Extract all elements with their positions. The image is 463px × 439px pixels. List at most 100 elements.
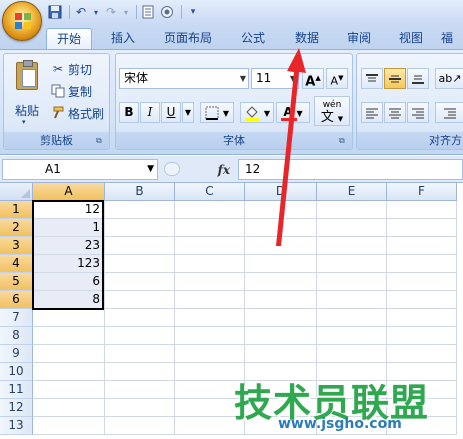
align-middle-button[interactable]: [384, 68, 406, 89]
align-bottom-button[interactable]: [407, 68, 429, 89]
row-header-4[interactable]: 4: [0, 255, 33, 273]
cell-d5[interactable]: [245, 273, 317, 291]
cell-c6[interactable]: [175, 291, 245, 309]
cell-b12[interactable]: [105, 399, 175, 417]
font-name-select[interactable]: 宋体 ▼: [119, 68, 249, 89]
cell-c8[interactable]: [175, 327, 245, 345]
cell-f9[interactable]: [387, 345, 457, 363]
cell-c2[interactable]: [175, 219, 245, 237]
column-header-a[interactable]: A: [33, 183, 105, 201]
underline-button[interactable]: U: [161, 102, 181, 123]
cell-d6[interactable]: [245, 291, 317, 309]
cell-a8[interactable]: [33, 327, 105, 345]
cell-e3[interactable]: [317, 237, 387, 255]
cell-b8[interactable]: [105, 327, 175, 345]
tab-review[interactable]: 审阅: [336, 28, 382, 49]
row-header-1[interactable]: 1: [0, 201, 33, 219]
row-header-7[interactable]: 7: [0, 309, 33, 327]
cell-a13[interactable]: [33, 417, 105, 435]
name-box[interactable]: A1 ▼: [2, 159, 158, 180]
cell-d1[interactable]: [245, 201, 317, 219]
column-header-d[interactable]: D: [245, 183, 317, 201]
cell-d3[interactable]: [245, 237, 317, 255]
grow-font-button[interactable]: A▲: [302, 68, 324, 89]
tab-insert[interactable]: 插入: [100, 28, 146, 49]
cell-d8[interactable]: [245, 327, 317, 345]
cell-b2[interactable]: [105, 219, 175, 237]
fill-color-button[interactable]: ▼: [240, 102, 274, 123]
cell-e6[interactable]: [317, 291, 387, 309]
row-header-5[interactable]: 5: [0, 273, 33, 291]
column-header-f[interactable]: F: [387, 183, 457, 201]
tab-formulas[interactable]: 公式: [230, 28, 276, 49]
cell-e4[interactable]: [317, 255, 387, 273]
formula-input[interactable]: 12: [238, 159, 463, 180]
bold-button[interactable]: B: [119, 102, 139, 123]
chevron-down-icon[interactable]: ▾: [122, 4, 130, 20]
row-header-3[interactable]: 3: [0, 237, 33, 255]
cell-e5[interactable]: [317, 273, 387, 291]
cell-f3[interactable]: [387, 237, 457, 255]
tab-page-layout[interactable]: 页面布局: [155, 28, 221, 49]
font-size-select[interactable]: 11 ▼: [251, 68, 299, 89]
row-header-12[interactable]: 12: [0, 399, 33, 417]
cell-b9[interactable]: [105, 345, 175, 363]
cell-a10[interactable]: [33, 363, 105, 381]
cell-e1[interactable]: [317, 201, 387, 219]
dialog-launcher-icon[interactable]: ⧉: [96, 136, 106, 146]
orientation-button[interactable]: ab↗: [435, 68, 463, 89]
cell-d4[interactable]: [245, 255, 317, 273]
office-button[interactable]: [2, 1, 42, 41]
cell-a4[interactable]: 123: [33, 255, 105, 273]
cell-a5[interactable]: 6: [33, 273, 105, 291]
cell-b11[interactable]: [105, 381, 175, 399]
row-header-8[interactable]: 8: [0, 327, 33, 345]
redo-icon[interactable]: ↷: [103, 4, 119, 20]
cell-a12[interactable]: [33, 399, 105, 417]
font-color-button[interactable]: A ▼: [276, 102, 310, 123]
format-painter-button[interactable]: 格式刷: [50, 104, 104, 122]
cell-c7[interactable]: [175, 309, 245, 327]
column-header-e[interactable]: E: [317, 183, 387, 201]
cell-a11[interactable]: [33, 381, 105, 399]
chevron-down-icon[interactable]: ▾: [92, 4, 100, 20]
cell-f4[interactable]: [387, 255, 457, 273]
cell-f2[interactable]: [387, 219, 457, 237]
tab-home[interactable]: 开始: [46, 28, 92, 49]
cell-f7[interactable]: [387, 309, 457, 327]
cell-c9[interactable]: [175, 345, 245, 363]
cell-f5[interactable]: [387, 273, 457, 291]
dialog-launcher-icon[interactable]: ⧉: [339, 136, 349, 146]
align-left-button[interactable]: [361, 102, 383, 123]
cell-d2[interactable]: [245, 219, 317, 237]
cell-a9[interactable]: [33, 345, 105, 363]
cell-d7[interactable]: [245, 309, 317, 327]
cell-b13[interactable]: [105, 417, 175, 435]
cell-a2[interactable]: 1: [33, 219, 105, 237]
tab-data[interactable]: 数据: [284, 28, 330, 49]
align-top-button[interactable]: [361, 68, 383, 89]
cell-c1[interactable]: [175, 201, 245, 219]
row-header-9[interactable]: 9: [0, 345, 33, 363]
indent-button[interactable]: [435, 102, 463, 123]
cut-button[interactable]: ✂ 剪切: [50, 60, 92, 78]
paste-button[interactable]: 粘贴 ▾: [10, 60, 44, 126]
cell-c3[interactable]: [175, 237, 245, 255]
tab-partial[interactable]: 福: [441, 28, 463, 49]
row-header-2[interactable]: 2: [0, 219, 33, 237]
row-header-13[interactable]: 13: [0, 417, 33, 435]
cell-c4[interactable]: [175, 255, 245, 273]
column-header-c[interactable]: C: [175, 183, 245, 201]
cell-b1[interactable]: [105, 201, 175, 219]
shrink-font-button[interactable]: A▼: [326, 68, 348, 89]
cell-e2[interactable]: [317, 219, 387, 237]
record-icon[interactable]: [159, 4, 175, 20]
select-all-corner[interactable]: [0, 183, 33, 201]
cell-a1[interactable]: 12: [33, 201, 105, 219]
tab-view[interactable]: 视图: [388, 28, 434, 49]
phonetic-guide-button[interactable]: wén 文 ▼: [314, 96, 350, 126]
column-header-b[interactable]: B: [105, 183, 175, 201]
cell-f8[interactable]: [387, 327, 457, 345]
cell-b3[interactable]: [105, 237, 175, 255]
cell-a3[interactable]: 23: [33, 237, 105, 255]
